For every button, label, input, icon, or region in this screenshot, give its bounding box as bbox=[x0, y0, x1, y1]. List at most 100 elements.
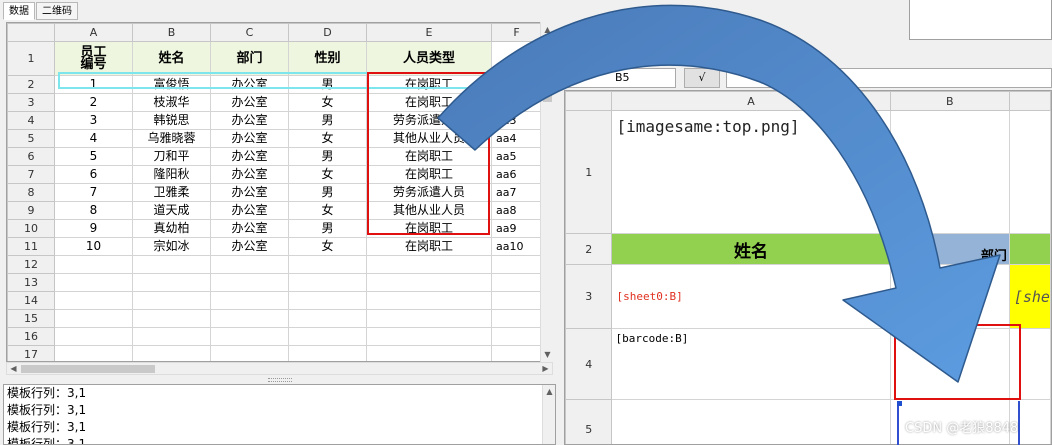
scrollbar-thumb[interactable] bbox=[543, 36, 552, 102]
formula-input[interactable] bbox=[726, 68, 1052, 88]
template-header-extra[interactable] bbox=[1008, 233, 1051, 265]
table-cell[interactable] bbox=[491, 291, 542, 310]
table-cell[interactable] bbox=[491, 345, 542, 361]
table-cell[interactable] bbox=[288, 255, 367, 274]
column-header-d[interactable]: D bbox=[288, 23, 367, 42]
table-cell[interactable]: 2 bbox=[54, 93, 133, 112]
table-cell[interactable]: 办公室 bbox=[210, 201, 289, 220]
template-cell[interactable] bbox=[611, 399, 891, 444]
scroll-up-icon[interactable]: ▲ bbox=[543, 387, 555, 396]
table-cell[interactable] bbox=[132, 327, 211, 346]
table-cell[interactable]: 在岗职工 bbox=[366, 75, 492, 94]
row-header[interactable]: 17 bbox=[7, 345, 55, 361]
table-cell[interactable]: 办公室 bbox=[210, 111, 289, 130]
table-cell[interactable] bbox=[210, 273, 289, 292]
data-spreadsheet[interactable]: A B C D E F 1 员工 编号 姓名 部门 性别 人员类型 2 1 富俊悟办… bbox=[6, 22, 553, 362]
table-cell[interactable] bbox=[132, 309, 211, 328]
table-cell[interactable]: 刀和平 bbox=[132, 147, 211, 166]
template-cell[interactable] bbox=[1008, 328, 1051, 400]
table-cell[interactable]: 在岗职工 bbox=[366, 165, 492, 184]
table-cell[interactable] bbox=[491, 327, 542, 346]
template-spreadsheet[interactable]: A B 1 [imagesame:top.png] 2 姓名 部门 3 [she… bbox=[564, 90, 1052, 445]
table-cell[interactable]: 在岗职工 bbox=[366, 147, 492, 166]
template-header-department[interactable]: 部门 bbox=[889, 233, 1010, 265]
table-cell[interactable]: 卫雅柔 bbox=[132, 183, 211, 202]
table-cell[interactable]: 4 bbox=[54, 129, 133, 148]
row-header[interactable]: 14 bbox=[7, 291, 55, 310]
tab-qrcode[interactable]: 二维码 bbox=[36, 2, 78, 20]
table-cell[interactable] bbox=[288, 309, 367, 328]
table-cell[interactable]: aa4 bbox=[491, 129, 542, 148]
table-cell[interactable]: 男 bbox=[288, 183, 367, 202]
row-header[interactable]: 11 bbox=[7, 237, 55, 256]
tab-sheet1[interactable]: Sheet1 bbox=[564, 50, 612, 68]
table-cell[interactable]: 在岗职工 bbox=[366, 219, 492, 238]
table-cell[interactable]: 办公室 bbox=[210, 147, 289, 166]
confirm-button[interactable]: √ bbox=[684, 68, 720, 88]
header-cell-gender[interactable]: 性别 bbox=[288, 41, 367, 76]
table-cell[interactable]: 9 bbox=[54, 219, 133, 238]
image-placeholder-cell[interactable]: [imagesame:top.png] bbox=[611, 110, 891, 234]
table-cell[interactable] bbox=[54, 327, 133, 346]
table-cell[interactable]: aa5 bbox=[491, 147, 542, 166]
row-header[interactable]: 9 bbox=[7, 201, 55, 220]
table-cell[interactable] bbox=[288, 291, 367, 310]
table-cell[interactable]: 办公室 bbox=[210, 183, 289, 202]
table-cell[interactable]: aa1 bbox=[491, 75, 542, 94]
table-cell[interactable]: 8 bbox=[54, 201, 133, 220]
table-cell[interactable]: 女 bbox=[288, 129, 367, 148]
table-cell[interactable]: aa10 bbox=[491, 237, 542, 256]
table-cell[interactable]: aa6 bbox=[491, 165, 542, 184]
corner-cell[interactable] bbox=[7, 23, 55, 42]
table-cell[interactable] bbox=[366, 273, 492, 292]
table-cell[interactable]: 女 bbox=[288, 165, 367, 184]
table-cell[interactable] bbox=[288, 273, 367, 292]
row-header[interactable]: 1 bbox=[565, 110, 613, 234]
table-cell[interactable]: 男 bbox=[288, 219, 367, 238]
table-cell[interactable]: 劳务派遣人员 bbox=[366, 183, 492, 202]
pane-splitter[interactable] bbox=[268, 378, 292, 382]
table-cell[interactable] bbox=[54, 273, 133, 292]
row-header[interactable]: 4 bbox=[565, 328, 613, 400]
table-cell[interactable] bbox=[366, 309, 492, 328]
data-horizontal-scrollbar[interactable]: ◀ ▶ bbox=[6, 362, 553, 375]
table-cell[interactable]: 5 bbox=[54, 147, 133, 166]
table-cell[interactable] bbox=[366, 345, 492, 361]
scroll-down-icon[interactable]: ▼ bbox=[541, 348, 554, 361]
template-cell-yellow[interactable]: [she bbox=[1008, 264, 1051, 329]
row-header[interactable]: 12 bbox=[7, 255, 55, 274]
table-cell[interactable]: 办公室 bbox=[210, 165, 289, 184]
table-cell[interactable] bbox=[132, 255, 211, 274]
row-header[interactable]: 3 bbox=[565, 264, 613, 329]
row-header[interactable]: 1 bbox=[7, 41, 55, 76]
table-cell[interactable]: 宗如冰 bbox=[132, 237, 211, 256]
table-cell[interactable] bbox=[54, 255, 133, 274]
table-cell[interactable] bbox=[491, 273, 542, 292]
column-header-b[interactable]: B bbox=[889, 91, 1010, 111]
table-cell[interactable] bbox=[210, 345, 289, 361]
column-header-e[interactable]: E bbox=[366, 23, 492, 42]
row-header[interactable]: 3 bbox=[7, 93, 55, 112]
row-header[interactable]: 16 bbox=[7, 327, 55, 346]
table-cell[interactable]: 富俊悟 bbox=[132, 75, 211, 94]
table-cell[interactable] bbox=[54, 345, 133, 361]
table-cell[interactable] bbox=[288, 345, 367, 361]
log-output[interactable]: 模板行列：3,1 模板行列：3,1 模板行列：3,1 模板行列：3,1 ▲ bbox=[3, 384, 556, 445]
scroll-up-icon[interactable]: ▲ bbox=[541, 23, 554, 36]
table-cell[interactable]: 劳务派遣人员 bbox=[366, 111, 492, 130]
table-cell[interactable] bbox=[491, 255, 542, 274]
template-cell[interactable] bbox=[889, 110, 1010, 234]
row-header[interactable]: 15 bbox=[7, 309, 55, 328]
table-cell[interactable]: 办公室 bbox=[210, 129, 289, 148]
scroll-right-icon[interactable]: ▶ bbox=[539, 363, 552, 374]
table-cell[interactable]: 女 bbox=[288, 93, 367, 112]
table-cell[interactable] bbox=[491, 309, 542, 328]
table-cell[interactable]: 女 bbox=[288, 237, 367, 256]
header-cell-department[interactable]: 部门 bbox=[210, 41, 289, 76]
table-cell[interactable]: 其他从业人员 bbox=[366, 129, 492, 148]
row-header[interactable]: 4 bbox=[7, 111, 55, 130]
table-cell[interactable]: 韩锐思 bbox=[132, 111, 211, 130]
template-header-name[interactable]: 姓名 bbox=[611, 233, 891, 265]
row-header[interactable]: 2 bbox=[565, 233, 613, 265]
log-scrollbar[interactable]: ▲ bbox=[542, 385, 555, 444]
